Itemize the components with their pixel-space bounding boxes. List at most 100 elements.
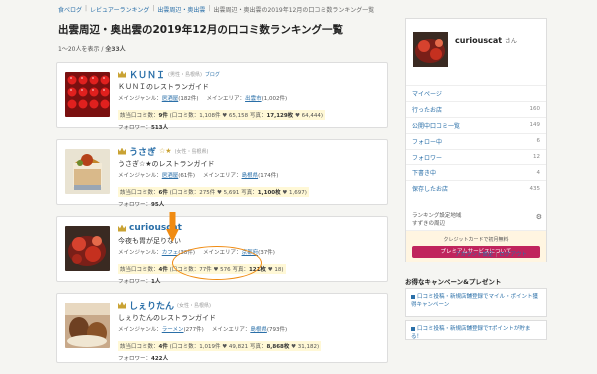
- follower-count: 1人: [151, 279, 161, 285]
- breadcrumb-current: 出雲周辺・奥出雲の2019年12月の口コミ数ランキング一覧: [213, 7, 375, 14]
- campaign-label[interactable]: 口コミ投稿・新規店舗登録でマイル・ポイント獲得キャンペーン: [411, 294, 538, 308]
- reviewer-main-row: メインジャンル：ラーメン(277件) メインエリア：島根県(793件): [118, 325, 384, 333]
- review-total: (口コミ数：77件: [169, 267, 212, 273]
- breadcrumb: 食べログ | レビュアーランキング | 出雲周辺・奥出雲 | 出雲周辺・奥出雲の…: [58, 5, 374, 14]
- reviewer-main-row: メインジャンル：居酒屋(61件) メインエリア：島根県(174件): [118, 171, 384, 179]
- reviewer-name-stars: ☆★: [159, 147, 172, 155]
- likes: ♥ 65,158: [222, 113, 249, 119]
- sidebar-item-label[interactable]: マイページ: [412, 89, 442, 98]
- result-separator: /: [101, 46, 104, 53]
- main-area-label: メインエリア：: [206, 96, 246, 102]
- sidebar-item-label[interactable]: 保存したお店: [412, 184, 448, 193]
- sidebar-item-label[interactable]: 行ったお店: [412, 105, 442, 114]
- follower-count: 513人: [151, 125, 168, 131]
- blog-tag[interactable]: ブログ: [205, 71, 220, 78]
- sidebar-item-label[interactable]: フォロー中: [412, 137, 442, 146]
- reviewer-thumbnail[interactable]: [65, 303, 110, 348]
- main-area-label: メインエリア：: [203, 173, 242, 179]
- reviewer-guide-title: ＫＵＮＩのレストランガイド: [118, 83, 209, 91]
- reviewer-stats: 該当口コミ数：4件 (口コミ数：77件 ♥ 576 写真：121枚 ♥ 18): [118, 264, 286, 274]
- review-count: 4件: [158, 344, 168, 350]
- sidebar-item-drafts[interactable]: 下書き中 4: [406, 164, 546, 180]
- sidebar-username-text: curiouscat: [455, 36, 503, 45]
- promo-text: クレジットカードで初月無料: [443, 237, 509, 243]
- follower-label: フォロワー：: [118, 356, 152, 362]
- main-genre-link[interactable]: ラーメン: [162, 327, 184, 333]
- main-area-count: (1,002件): [261, 96, 288, 102]
- sidebar-item-saved[interactable]: 保存したお店 435: [406, 180, 546, 196]
- main-area-label: メインエリア：: [211, 327, 251, 333]
- sidebar-item-visited[interactable]: 行ったお店 160: [406, 100, 546, 117]
- photo-label: 写真：: [249, 344, 267, 350]
- likes: ♥ 49,821: [222, 344, 249, 350]
- breadcrumb-area[interactable]: 出雲周辺・奥出雲: [157, 5, 205, 14]
- sidebar-item-mypage[interactable]: マイページ: [406, 85, 546, 101]
- photo-label: 写真：: [249, 113, 267, 119]
- review-count-label: 該当口コミ数：: [120, 113, 159, 119]
- avatar[interactable]: [413, 32, 448, 67]
- logout-link[interactable]: ログアウト: [499, 252, 527, 258]
- main-area-link[interactable]: 出雲市: [245, 96, 262, 102]
- main-area-count: (37件): [258, 250, 275, 256]
- review-count: 4件: [158, 267, 168, 273]
- main-area-link[interactable]: 島根県: [242, 173, 259, 179]
- main-genre-label: メインジャンル：: [118, 327, 162, 333]
- crown-icon: [118, 70, 126, 78]
- sidebar-item-followers[interactable]: フォロワー 12: [406, 148, 546, 165]
- photo-count: 1,100枚: [257, 190, 281, 196]
- sidebar-item-following[interactable]: フォロー中 6: [406, 132, 546, 149]
- main-genre-link[interactable]: 居酒屋: [162, 173, 179, 179]
- reviewer-guide-title: しぇりたんのレストランガイド: [118, 314, 216, 322]
- breadcrumb-reviewer-ranking[interactable]: レビュアーランキング: [90, 5, 149, 14]
- reviewer-card: ＫＵＮＩ (男性・島根県) ブログ ＫＵＮＩのレストランガイド メインジャンル：…: [56, 62, 388, 131]
- reviewer-name[interactable]: ＫＵＮＩ: [129, 68, 165, 81]
- crown-icon: [118, 301, 126, 309]
- reviewer-stats: 該当口コミ数：4件 (口コミ数：1,019件 ♥ 49,821 写真：8,868…: [118, 341, 322, 351]
- breadcrumb-home[interactable]: 食べログ: [58, 5, 82, 14]
- likes: ♥ 576: [213, 267, 231, 273]
- reviewer-name[interactable]: しぇりたん: [129, 299, 174, 312]
- reviewer-card: しぇりたん (女性・島根県) しぇりたんのレストランガイド メインジャンル：ラー…: [56, 293, 388, 363]
- main-area-link[interactable]: 京都府: [242, 250, 259, 256]
- main-area-label: メインエリア：: [203, 250, 242, 256]
- photo-label: 写真：: [232, 267, 249, 273]
- sidebar-item-count: 160: [529, 106, 541, 113]
- review-total: (口コミ数：275件: [169, 190, 216, 196]
- main-area-link[interactable]: 島根県: [250, 327, 267, 333]
- review-total: (口コミ数：1,019件: [169, 344, 221, 350]
- sidebar-item-label[interactable]: 公開中口コミ一覧: [412, 121, 460, 130]
- main-genre-count: (38件): [178, 250, 196, 256]
- follower-count: 422人: [151, 356, 168, 362]
- gear-icon[interactable]: ⚙: [536, 212, 542, 223]
- reviewer-stats: 該当口コミ数：9件 (口コミ数：1,108件 ♥ 65,158 写真：17,12…: [118, 110, 326, 120]
- reviewer-thumbnail[interactable]: [65, 149, 110, 194]
- photo-count: 121枚: [248, 267, 266, 273]
- result-range: 1〜20人を表示: [58, 46, 100, 53]
- sidebar-item-label[interactable]: 下書き中: [412, 168, 436, 177]
- main-genre-count: (277件): [183, 327, 204, 333]
- reviewer-thumbnail[interactable]: [65, 72, 110, 117]
- campaign-label[interactable]: 口コミ投稿・新規店舗登録でTポイントが貯まる！: [411, 326, 530, 340]
- account-settings-link[interactable]: アカウント設定: [455, 252, 494, 258]
- reviewer-gender-age: (男性・島根県): [168, 71, 202, 78]
- main-genre-count: (182件): [178, 96, 199, 102]
- reviewer-thumbnail[interactable]: [65, 226, 110, 271]
- page-title: 出雲周辺・奥出雲の2019年12月の口コミ数ランキング一覧: [58, 24, 344, 36]
- sidebar-item-label[interactable]: フォロワー: [412, 153, 442, 162]
- reviewer-card: curiouscat 今夜も胃が足りない メインジャンル：カフェ(38件) メイン…: [56, 216, 388, 285]
- reviewer-main-row: メインジャンル：カフェ(38件) メインエリア：京都府(37件): [118, 248, 384, 256]
- sidebar-item-reviews[interactable]: 公開中口コミ一覧 149: [406, 116, 546, 133]
- sidebar-item-count: 435: [529, 185, 541, 192]
- follower-label: フォロワー：: [118, 202, 152, 208]
- campaign-item[interactable]: 口コミ投稿・新規店舗登録でマイル・ポイント獲得キャンペーン: [405, 288, 547, 317]
- campaign-heading: お得なキャンペーン&プレゼント: [405, 278, 502, 286]
- main-genre-label: メインジャンル：: [118, 250, 162, 256]
- main-genre-link[interactable]: 居酒屋: [162, 96, 179, 102]
- review-count-label: 該当口コミ数：: [120, 344, 159, 350]
- main-genre-link[interactable]: カフェ: [162, 250, 179, 256]
- reviewer-card: うさぎ ☆★ (女性・島根県) うさぎ☆★のレストランガイド メインジャンル：居…: [56, 139, 388, 208]
- breadcrumb-separator: |: [208, 5, 211, 12]
- campaign-item[interactable]: 口コミ投稿・新規店舗登録でTポイントが貯まる！: [405, 320, 547, 340]
- reviewer-name[interactable]: うさぎ: [129, 145, 156, 158]
- review-total: (口コミ数：1,108件: [169, 113, 221, 119]
